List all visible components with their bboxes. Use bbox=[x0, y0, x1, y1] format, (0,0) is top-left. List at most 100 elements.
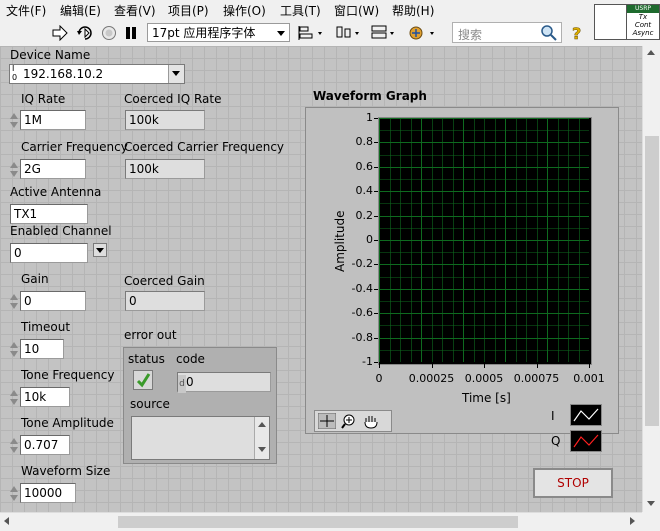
cursor-crosshair-icon[interactable] bbox=[318, 413, 336, 429]
dropdown-button[interactable] bbox=[168, 65, 184, 83]
x-axis-label: Time [s] bbox=[462, 391, 511, 405]
carrier-frequency-control[interactable]: 2G bbox=[9, 159, 89, 179]
help-icon[interactable]: ? bbox=[571, 24, 585, 42]
y-tick-label: 0.6 bbox=[355, 159, 374, 173]
y-tick-mark bbox=[374, 216, 378, 217]
menu-help[interactable]: 帮助(H) bbox=[392, 2, 434, 19]
increment-decrement-arrows[interactable] bbox=[9, 435, 18, 455]
increment-decrement-arrows[interactable] bbox=[9, 339, 18, 359]
device-name-control[interactable]: I 0 192.168.10.2 bbox=[9, 64, 185, 84]
vertical-scrollbar[interactable] bbox=[642, 46, 660, 512]
horizontal-scroll-thumb[interactable] bbox=[118, 516, 518, 528]
stop-button[interactable]: STOP bbox=[533, 468, 613, 498]
coerced-carrier-frequency-value: 100k bbox=[125, 159, 205, 179]
tone-amplitude-input[interactable]: 0.707 bbox=[20, 435, 70, 455]
chevron-down-icon bbox=[96, 248, 104, 253]
distribute-objects-icon[interactable] bbox=[335, 24, 365, 42]
iq-rate-input[interactable]: 1M bbox=[20, 110, 86, 130]
menu-file[interactable]: 文件(F) bbox=[6, 2, 46, 19]
abort-icon[interactable] bbox=[101, 25, 117, 41]
align-objects-icon[interactable] bbox=[298, 24, 328, 42]
coerced-iq-rate-label: Coerced IQ Rate bbox=[124, 92, 222, 106]
timeout-input[interactable]: 10 bbox=[20, 339, 64, 359]
increment-decrement-arrows[interactable] bbox=[9, 159, 18, 179]
increment-decrement-arrows[interactable] bbox=[9, 483, 18, 503]
search-placeholder: 搜索 bbox=[458, 28, 483, 42]
enabled-channel-dropdown-button[interactable] bbox=[93, 243, 107, 257]
menu-bar: 文件(F) 编辑(E) 查看(V) 项目(P) 操作(O) 工具(T) 窗口(W… bbox=[0, 0, 595, 18]
legend-q-swatch[interactable] bbox=[570, 430, 602, 452]
vi-icon[interactable]: USRP Tx Cont Async bbox=[626, 4, 660, 40]
reorder-icon[interactable] bbox=[408, 23, 440, 43]
waveform-size-input[interactable]: 10000 bbox=[20, 483, 76, 503]
toolbar: 17pt 应用程序字体 搜索 ? bbox=[0, 19, 595, 47]
horizontal-scrollbar[interactable] bbox=[0, 512, 642, 531]
enabled-channel-input[interactable]: 0 bbox=[10, 243, 88, 263]
coerced-gain-label: Coerced Gain bbox=[124, 274, 205, 288]
carrier-frequency-input[interactable]: 2G bbox=[20, 159, 86, 179]
io-prefix-top: I bbox=[12, 64, 15, 73]
y-tick-mark bbox=[374, 264, 378, 265]
waveform-size-control[interactable]: 10000 bbox=[9, 483, 89, 503]
run-continuously-icon[interactable] bbox=[76, 24, 94, 42]
coerced-carrier-frequency-label: Coerced Carrier Frequency bbox=[124, 140, 285, 154]
chevron-up-icon[interactable] bbox=[647, 50, 655, 55]
y-axis-label: Amplitude bbox=[333, 210, 347, 273]
tone-frequency-label: Tone Frequency bbox=[21, 368, 115, 382]
y-tick-mark bbox=[374, 118, 378, 119]
menu-operate[interactable]: 操作(O) bbox=[223, 2, 266, 19]
active-antenna-label: Active Antenna bbox=[10, 185, 102, 199]
x-tick-mark bbox=[589, 364, 590, 368]
legend-i-label: I bbox=[551, 409, 555, 423]
gain-control[interactable]: 0 bbox=[9, 291, 89, 311]
x-tick-label: 0.0005 bbox=[464, 372, 504, 385]
source-scrollbar[interactable] bbox=[254, 417, 269, 459]
device-name-label: Device Name bbox=[10, 48, 91, 62]
vi-icon-line4: Async bbox=[632, 29, 654, 37]
x-tick-label: 0.00025 bbox=[408, 372, 455, 385]
search-icon[interactable] bbox=[540, 24, 558, 42]
pan-hand-icon[interactable] bbox=[362, 413, 380, 429]
chevron-right-icon[interactable] bbox=[630, 517, 635, 525]
timeout-control[interactable]: 10 bbox=[9, 339, 69, 359]
tone-frequency-control[interactable]: 10k bbox=[9, 387, 70, 407]
pause-icon[interactable] bbox=[124, 25, 138, 41]
menu-window[interactable]: 窗口(W) bbox=[334, 2, 379, 19]
iq-rate-control[interactable]: 1M bbox=[9, 110, 89, 130]
menu-project[interactable]: 项目(P) bbox=[168, 2, 209, 19]
y-tick-label: 0.4 bbox=[355, 184, 374, 198]
resize-objects-icon[interactable] bbox=[370, 24, 400, 42]
graph-title: Waveform Graph bbox=[313, 89, 427, 103]
vertical-scroll-thumb[interactable] bbox=[645, 136, 659, 426]
increment-decrement-arrows[interactable] bbox=[9, 387, 18, 407]
x-tick-mark bbox=[537, 364, 538, 368]
legend-i-swatch[interactable] bbox=[570, 404, 602, 426]
tone-frequency-input[interactable]: 10k bbox=[20, 387, 70, 407]
vi-icon-line3: Cont bbox=[634, 21, 652, 29]
increment-decrement-arrows[interactable] bbox=[9, 291, 18, 311]
plot-area[interactable] bbox=[378, 117, 592, 365]
device-name-value: 192.168.10.2 bbox=[23, 67, 104, 81]
chevron-left-icon[interactable] bbox=[4, 517, 9, 525]
menu-tools[interactable]: 工具(T) bbox=[280, 2, 321, 19]
run-arrow-icon[interactable] bbox=[52, 25, 68, 41]
connector-pane-icon[interactable] bbox=[594, 4, 628, 40]
menu-edit[interactable]: 编辑(E) bbox=[60, 2, 101, 19]
increment-decrement-arrows[interactable] bbox=[9, 110, 18, 130]
graph-palette bbox=[314, 410, 392, 432]
vi-icon-line1: USRP bbox=[627, 5, 659, 13]
tone-amplitude-control[interactable]: 0.707 bbox=[9, 435, 70, 455]
active-antenna-input[interactable]: TX1 bbox=[10, 204, 88, 224]
menu-view[interactable]: 查看(V) bbox=[114, 2, 156, 19]
error-code-indicator: d0 bbox=[177, 372, 271, 393]
y-tick-mark bbox=[374, 240, 378, 241]
y-tick-label: 0.2 bbox=[355, 208, 374, 222]
checkmark-icon bbox=[136, 373, 151, 388]
y-tick-mark bbox=[374, 338, 378, 339]
y-tick-label: -1 bbox=[362, 355, 373, 368]
chevron-down-icon[interactable] bbox=[647, 501, 655, 506]
font-dropdown[interactable]: 17pt 应用程序字体 bbox=[147, 23, 290, 42]
x-tick-mark bbox=[432, 364, 433, 368]
gain-input[interactable]: 0 bbox=[20, 291, 86, 311]
zoom-icon[interactable] bbox=[340, 413, 358, 429]
